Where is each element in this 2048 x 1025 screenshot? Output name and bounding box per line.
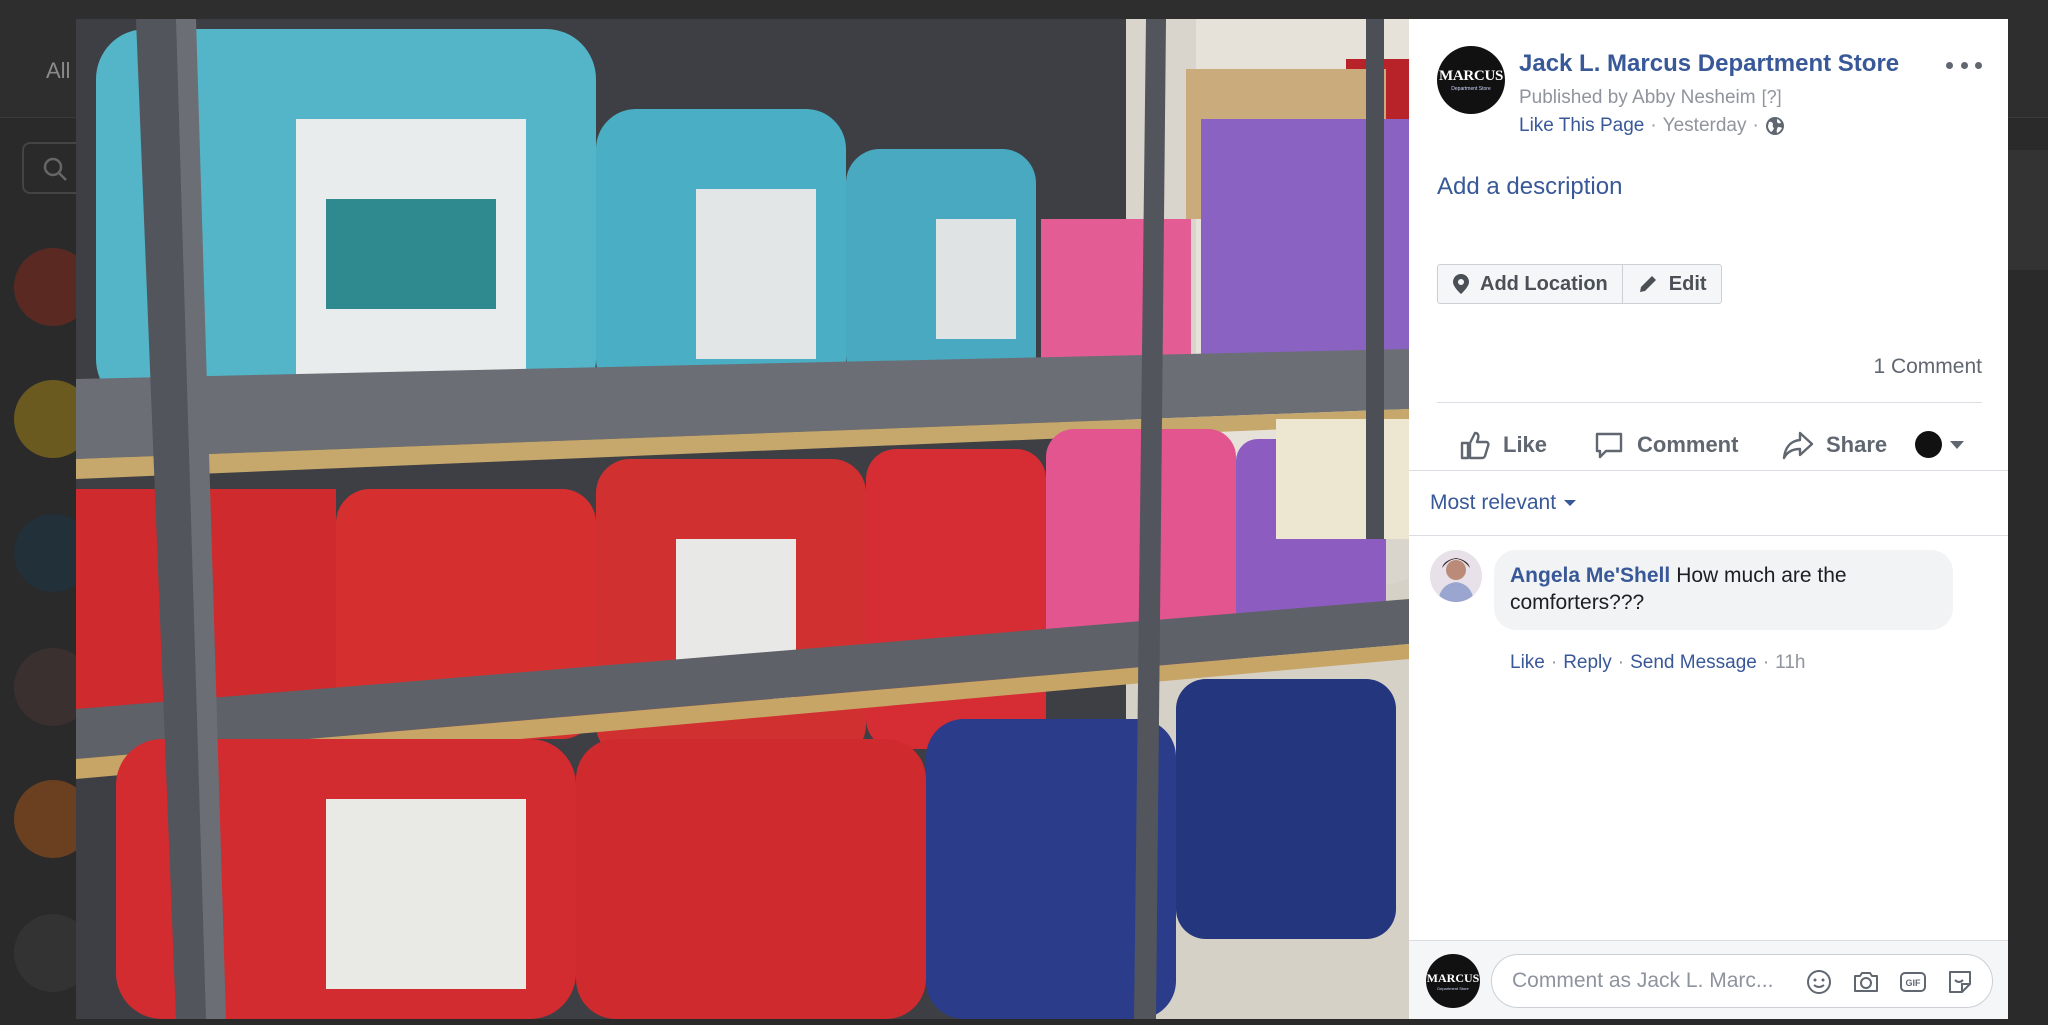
avatar-logo-subtitle: Department Store [1437, 986, 1469, 991]
like-button[interactable]: Like [1459, 429, 1547, 461]
location-pin-icon [1453, 274, 1469, 294]
send-message-link[interactable]: Send Message [1630, 652, 1757, 674]
sticker-icon[interactable] [1946, 968, 1974, 996]
edit-button[interactable]: Edit [1621, 265, 1721, 303]
comment-author-link[interactable]: Angela Me'Shell [1510, 564, 1670, 587]
emoji-icon[interactable] [1805, 968, 1833, 996]
composer-avatar: MARCUS Department Store [1426, 954, 1480, 1008]
page-name-link[interactable]: Jack L. Marcus Department Store [1519, 50, 1899, 78]
globe-icon[interactable] [1765, 116, 1785, 136]
comment-sort-dropdown[interactable]: Most relevant [1430, 491, 1577, 515]
comment-bubble-icon [1595, 432, 1623, 459]
comment-bubble: Angela Me'Shell How much are the comforte… [1494, 550, 1953, 630]
comment-reply-link[interactable]: Reply [1563, 652, 1612, 674]
comment-actions: Like · Reply · Send Message · 11h [1510, 652, 1806, 674]
avatar-logo-subtitle: Department Store [1451, 86, 1491, 92]
camera-icon[interactable] [1852, 968, 1880, 996]
page-avatar[interactable]: MARCUS Department Store [1437, 46, 1505, 114]
share-arrow-icon [1782, 431, 1814, 460]
edit-label: Edit [1668, 272, 1707, 295]
comment-input-box: GIF [1491, 954, 1993, 1008]
pencil-icon [1639, 276, 1656, 292]
avatar-logo-text: MARCUS [1426, 971, 1480, 985]
post-meta: Like This Page · Yesterday · [1519, 115, 1785, 137]
svg-text:GIF: GIF [1906, 978, 1922, 988]
share-button[interactable]: Share [1782, 429, 1887, 461]
post-header: MARCUS Department Store Jack L. Marcus D… [1409, 19, 2008, 159]
add-location-label: Add Location [1480, 272, 1608, 295]
comment-count-link[interactable]: 1 Comment [1873, 355, 1982, 379]
background-right-strip [2008, 150, 2048, 270]
chevron-down-icon [1950, 440, 1964, 449]
search-icon [43, 157, 67, 181]
composer-icons: GIF [1805, 968, 1974, 996]
post-timestamp[interactable]: Yesterday [1663, 115, 1747, 137]
background-nav-all: All [46, 58, 71, 83]
comment-timestamp[interactable]: 11h [1775, 652, 1805, 674]
actor-avatar [1915, 431, 1942, 458]
like-label: Like [1503, 432, 1548, 457]
photo-action-buttons: Add Location Edit [1437, 264, 1722, 304]
comforter-shelves-photo [76, 19, 1409, 1019]
commenter-avatar[interactable] [1430, 550, 1482, 602]
post-photo[interactable] [76, 19, 1409, 1019]
reaction-bar: Like Comment Share [1437, 411, 1982, 471]
like-page-link[interactable]: Like This Page [1519, 115, 1644, 137]
thumbs-up-icon [1460, 431, 1490, 460]
share-label: Share [1826, 432, 1888, 457]
comment-composer: MARCUS Department Store GIF [1409, 940, 2008, 1019]
comment-sort-label: Most relevant [1430, 491, 1557, 514]
background-search [22, 142, 82, 194]
published-by-text: Published by Abby Nesheim [1519, 87, 1756, 108]
comment-like-link[interactable]: Like [1510, 652, 1545, 674]
actor-selector[interactable] [1915, 431, 1964, 458]
comment-input[interactable] [1512, 969, 1782, 993]
gif-icon[interactable]: GIF [1899, 968, 1927, 996]
avatar-logo-text: MARCUS [1438, 68, 1504, 84]
more-options-icon[interactable] [1946, 55, 1982, 75]
profile-photo [1430, 550, 1482, 602]
add-location-button[interactable]: Add Location [1438, 265, 1622, 303]
published-by: Published by Abby Nesheim [?] [1519, 87, 1782, 109]
caret-down-icon [1564, 500, 1577, 506]
divider [1409, 535, 2008, 536]
help-marker[interactable]: [?] [1762, 87, 1782, 107]
add-description-link[interactable]: Add a description [1437, 173, 1622, 201]
comment-label: Comment [1637, 432, 1739, 457]
photo-lightbox: MARCUS Department Store Jack L. Marcus D… [76, 19, 2008, 1019]
divider [1409, 470, 2008, 471]
post-side-panel: MARCUS Department Store Jack L. Marcus D… [1409, 19, 2008, 1019]
divider [1437, 402, 1982, 403]
comment-button[interactable]: Comment [1593, 429, 1738, 461]
